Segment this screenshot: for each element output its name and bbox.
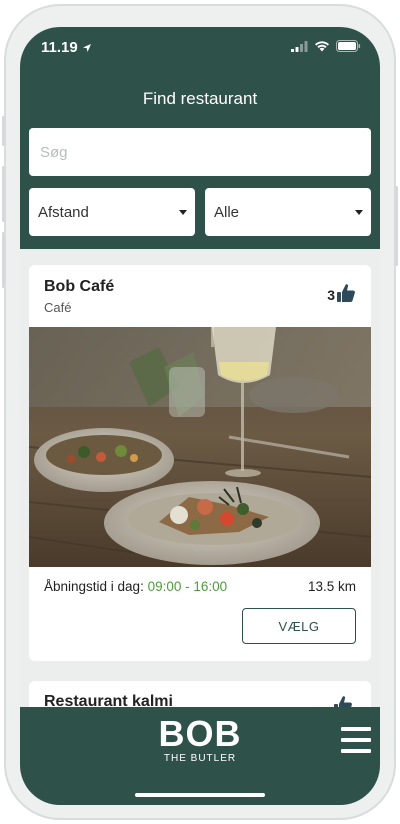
opening-hours-value: 09:00 - 16:00: [147, 579, 228, 594]
restaurant-name: Bob Café: [44, 278, 115, 295]
page-title: Find restaurant: [142, 89, 258, 108]
restaurant-card[interactable]: Bob Café Café 3 Åbningstid i dag: 09:00 …: [29, 265, 371, 661]
bottom-bar: BOB THE BUTLER: [20, 707, 380, 805]
menu-line: [341, 749, 371, 753]
status-time: 11.19: [41, 39, 78, 56]
status-bar: 11.19: [20, 27, 380, 69]
caret-down-icon: [179, 210, 187, 215]
choose-button[interactable]: VÆLG: [242, 608, 356, 644]
volume-down-button: [2, 232, 5, 288]
logo-subtitle: THE BUTLER: [163, 753, 237, 764]
bob-logo[interactable]: BOB THE BUTLER: [20, 713, 380, 765]
status-time-group: 11.19: [41, 39, 92, 56]
location-arrow-icon: [82, 43, 91, 52]
menu-line: [341, 727, 371, 731]
category-filter-select[interactable]: Alle: [205, 188, 371, 236]
restaurant-distance: 13.5 km: [307, 579, 356, 594]
restaurant-category: Café: [44, 300, 72, 315]
category-filter-label: Alle: [214, 203, 240, 221]
likes-count: 3: [327, 287, 335, 303]
caret-down-icon: [355, 210, 363, 215]
distance-filter-select[interactable]: Afstand: [29, 188, 195, 236]
distance-filter-label: Afstand: [38, 203, 89, 221]
menu-line: [341, 738, 371, 742]
battery-icon: [336, 40, 361, 52]
power-button: [395, 186, 398, 266]
hamburger-menu-icon[interactable]: [341, 727, 371, 753]
signal-icon: [291, 40, 308, 52]
search-input[interactable]: [29, 128, 371, 176]
logo-main-text: BOB: [158, 713, 242, 754]
status-icons: [291, 40, 361, 52]
volume-up-button: [2, 166, 5, 222]
header: 11.19 Find restaurant Søg Afstand Alle: [20, 27, 380, 249]
thumbs-up-icon: [337, 284, 355, 302]
likes-button[interactable]: 3: [327, 283, 356, 303]
opening-hours-label: Åbningstid i dag:: [44, 579, 144, 594]
mute-switch: [2, 116, 5, 146]
app-screen: 11.19 Find restaurant Søg Afstand Alle B…: [20, 27, 380, 805]
restaurant-photo: [29, 327, 371, 567]
home-indicator[interactable]: [135, 793, 265, 797]
opening-hours: Åbningstid i dag: 09:00 - 16:00: [44, 579, 227, 594]
wifi-icon: [315, 41, 329, 52]
